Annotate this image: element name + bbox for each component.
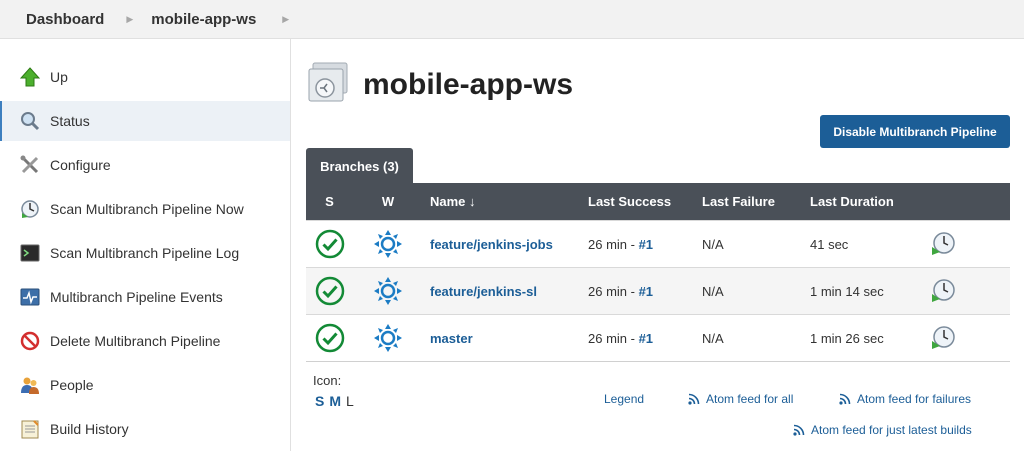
sunny-weather-icon[interactable]	[353, 323, 423, 353]
table-row: feature/jenkins-sl 26 min - #1 N/A 1 min…	[306, 267, 1010, 314]
sidebar-item-status[interactable]: Status	[0, 101, 290, 141]
column-header-status[interactable]: S	[306, 194, 353, 209]
branch-name-link[interactable]: master	[423, 331, 588, 346]
sidebar-item-configure[interactable]: Configure	[0, 143, 290, 187]
build-number-link[interactable]: #1	[639, 331, 653, 346]
sidebar-item-label: Build History	[50, 421, 129, 437]
success-check-icon[interactable]	[306, 229, 353, 259]
wrench-screwdriver-icon	[19, 154, 41, 176]
clock-scan-icon	[19, 198, 41, 220]
last-success-cell: 26 min - #1	[588, 331, 702, 346]
last-success-time: 26 min -	[588, 236, 639, 252]
up-arrow-icon	[19, 66, 41, 88]
sidebar-item-people[interactable]: People	[0, 363, 290, 407]
column-header-name[interactable]: Name ↓	[423, 194, 588, 209]
sidebar-item-label: Multibranch Pipeline Events	[50, 289, 223, 305]
table-row: feature/jenkins-jobs 26 min - #1 N/A 41 …	[306, 220, 1010, 267]
last-success-time: 26 min -	[588, 283, 639, 299]
last-duration-cell: 1 min 26 sec	[810, 330, 884, 346]
people-icon	[19, 374, 41, 396]
sidebar-item-label: Scan Multibranch Pipeline Log	[50, 245, 240, 261]
last-failure-cell: N/A	[702, 236, 724, 252]
notepad-icon	[19, 418, 41, 440]
feed-failures-link[interactable]: Atom feed for failures	[839, 392, 971, 406]
sidebar: Up Status Configure Scan Multibranch Pip…	[0, 39, 291, 451]
legend-label: Legend	[604, 392, 645, 406]
last-success-time: 26 min -	[588, 330, 639, 346]
last-failure-cell: N/A	[702, 283, 724, 299]
sidebar-item-label: Scan Multibranch Pipeline Now	[50, 201, 244, 217]
sidebar-item-label: Status	[50, 113, 90, 129]
tab-branches[interactable]: Branches (3)	[306, 148, 413, 184]
rss-icon	[793, 424, 805, 436]
branches-table: S W Name ↓ Last Success Last Failure Las…	[306, 183, 1010, 362]
column-header-weather[interactable]: W	[353, 194, 423, 209]
breadcrumb-dashboard[interactable]: Dashboard	[26, 11, 104, 28]
sidebar-item-up[interactable]: Up	[0, 55, 290, 99]
success-check-icon[interactable]	[306, 276, 353, 306]
main-content: mobile-app-ws Disable Multibranch Pipeli…	[291, 39, 1024, 451]
success-check-icon[interactable]	[306, 323, 353, 353]
sidebar-item-label: Configure	[50, 157, 111, 173]
icon-size-selector: SML	[315, 393, 359, 409]
rss-icon	[839, 393, 851, 405]
sidebar-item-build-history[interactable]: Build History	[0, 407, 290, 451]
rss-icon	[688, 393, 700, 405]
events-monitor-icon	[19, 286, 41, 308]
disable-pipeline-button[interactable]: Disable Multibranch Pipeline	[820, 115, 1010, 148]
sidebar-item-delete[interactable]: Delete Multibranch Pipeline	[0, 319, 290, 363]
sidebar-item-events[interactable]: Multibranch Pipeline Events	[0, 275, 290, 319]
feed-latest-label: Atom feed for just latest builds	[811, 423, 972, 437]
sidebar-item-scan-now[interactable]: Scan Multibranch Pipeline Now	[0, 187, 290, 231]
column-header-last-failure[interactable]: Last Failure	[702, 194, 810, 209]
icon-size-label: Icon:	[313, 373, 342, 388]
no-entry-icon	[19, 330, 41, 352]
feed-all-link[interactable]: Atom feed for all	[688, 392, 793, 406]
breadcrumb: Dashboard ▶ mobile-app-ws ▶	[0, 0, 1024, 39]
build-number-link[interactable]: #1	[639, 237, 653, 252]
sidebar-item-scan-log[interactable]: Scan Multibranch Pipeline Log	[0, 231, 290, 275]
last-failure-cell: N/A	[702, 330, 724, 346]
icon-size-large[interactable]: L	[346, 393, 354, 409]
table-header: S W Name ↓ Last Success Last Failure Las…	[306, 183, 1010, 220]
sidebar-item-label: Delete Multibranch Pipeline	[50, 333, 221, 349]
sidebar-item-label: People	[50, 377, 94, 393]
branch-name-link[interactable]: feature/jenkins-jobs	[423, 237, 588, 252]
chevron-right-icon[interactable]: ▶	[126, 14, 133, 25]
schedule-build-icon[interactable]	[930, 231, 990, 257]
last-success-cell: 26 min - #1	[588, 237, 702, 252]
legend-link[interactable]: Legend	[604, 392, 644, 406]
sunny-weather-icon[interactable]	[353, 276, 423, 306]
last-duration-cell: 41 sec	[810, 236, 849, 252]
column-header-last-duration[interactable]: Last Duration	[810, 194, 930, 209]
page-header: mobile-app-ws	[305, 59, 573, 110]
sidebar-item-label: Up	[50, 69, 68, 85]
column-header-last-success[interactable]: Last Success	[588, 194, 702, 209]
branch-name-link[interactable]: feature/jenkins-sl	[423, 284, 588, 299]
feed-failures-label: Atom feed for failures	[857, 392, 972, 406]
icon-size-medium[interactable]: M	[329, 393, 341, 409]
feed-all-label: Atom feed for all	[706, 392, 794, 406]
terminal-icon	[19, 242, 41, 264]
page-title: mobile-app-ws	[363, 67, 574, 101]
feed-latest-link[interactable]: Atom feed for just latest builds	[793, 423, 972, 437]
last-duration-cell: 1 min 14 sec	[810, 283, 884, 299]
sunny-weather-icon[interactable]	[353, 229, 423, 259]
breadcrumb-project[interactable]: mobile-app-ws	[151, 11, 256, 28]
schedule-build-icon[interactable]	[930, 325, 990, 351]
chevron-right-icon[interactable]: ▶	[282, 14, 289, 25]
icon-size-small[interactable]: S	[315, 393, 324, 409]
magnifier-icon	[19, 110, 41, 132]
build-number-link[interactable]: #1	[639, 284, 653, 299]
table-row: master 26 min - #1 N/A 1 min 26 sec	[306, 314, 1010, 361]
last-success-cell: 26 min - #1	[588, 284, 702, 299]
multibranch-folder-icon	[305, 59, 353, 110]
schedule-build-icon[interactable]	[930, 278, 990, 304]
